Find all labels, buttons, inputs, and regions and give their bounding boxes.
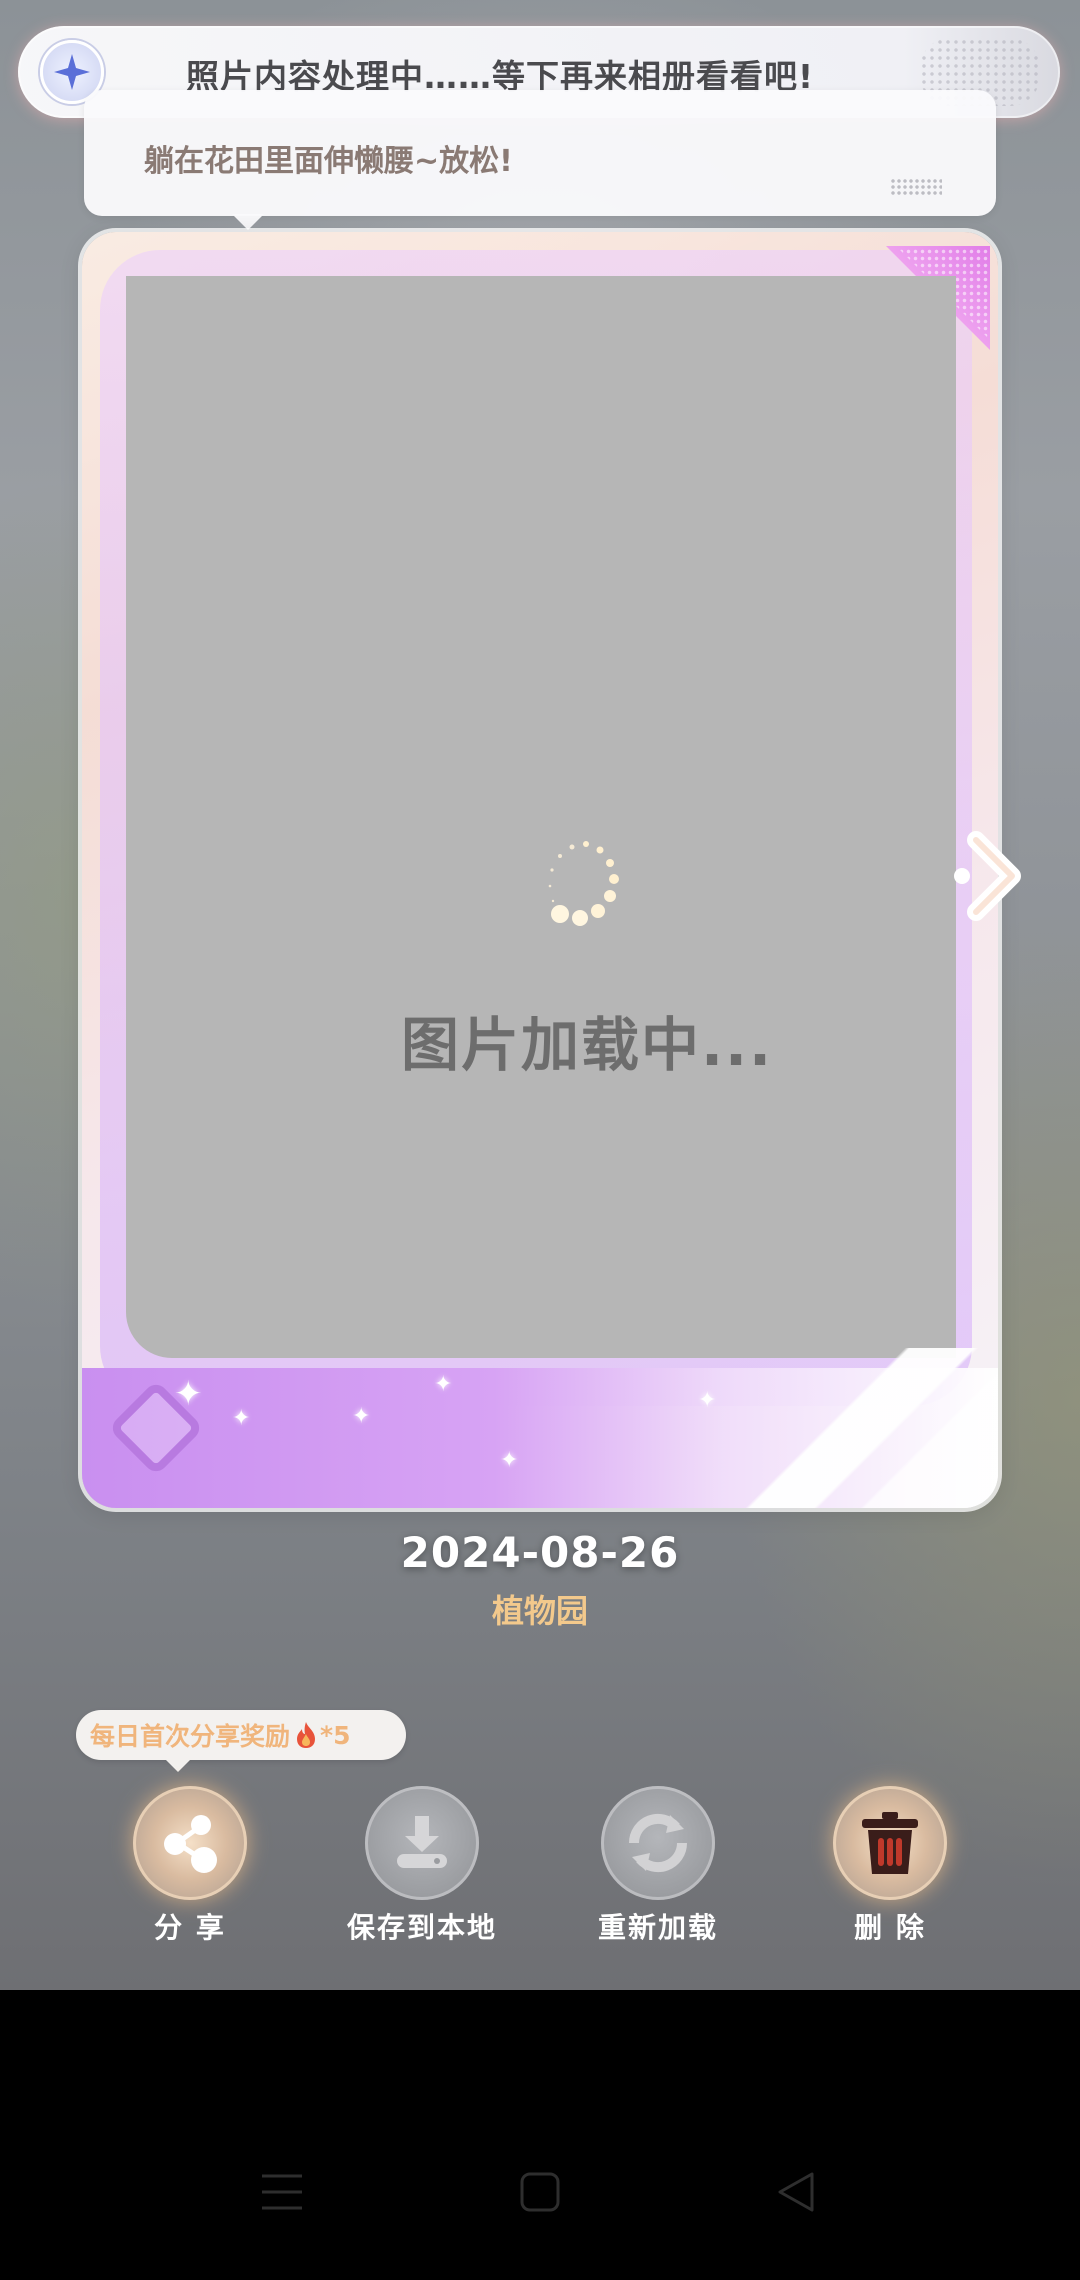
loading-spinner-icon — [548, 841, 619, 926]
sparkle-icon: ✦ — [500, 1448, 519, 1473]
delete-button-circle[interactable] — [833, 1786, 947, 1900]
photo-placeholder[interactable]: 图片加载中... — [126, 276, 956, 1358]
reload-button[interactable]: 重新加载 — [558, 1786, 758, 1946]
trash-icon — [862, 1812, 918, 1874]
photo-location: 植物园 — [491, 1592, 588, 1630]
loading-text: 图片加载中... — [400, 1011, 774, 1079]
sparkle-icon: ✦ — [232, 1406, 251, 1431]
menu-lines-icon[interactable] — [260, 2170, 304, 2214]
photo-card: 图片加载中... ✦ ✦ ✦ ✦ ✦ ✦ — [82, 232, 998, 1508]
reload-button-circle[interactable] — [601, 1786, 715, 1900]
card-bottom-stripe — [698, 1348, 998, 1508]
reload-icon — [628, 1813, 688, 1873]
download-icon — [397, 1816, 447, 1868]
next-photo-arrow-icon[interactable] — [954, 826, 1026, 926]
home-square-icon[interactable] — [518, 2170, 562, 2214]
sparkle-icon: ✦ — [174, 1374, 203, 1414]
photo-date: 2024-08-26 — [400, 1528, 680, 1577]
reload-label: 重新加载 — [597, 1911, 718, 1944]
caption-text: 躺在花田里面伸懒腰~放松! — [144, 144, 513, 179]
save-local-label: 保存到本地 — [346, 1911, 497, 1944]
save-button-circle[interactable] — [365, 1786, 479, 1900]
share-reward-tooltip: 每日首次分享奖励 *5 — [76, 1710, 406, 1772]
bubble-dot-pattern — [890, 178, 942, 196]
reward-text: 每日首次分享奖励 — [90, 1722, 291, 1751]
share-button-circle[interactable] — [133, 1786, 247, 1900]
delete-label: 删 除 — [854, 1911, 926, 1944]
share-icon — [164, 1815, 217, 1873]
back-triangle-icon[interactable] — [774, 2170, 818, 2214]
reward-count: *5 — [320, 1720, 351, 1750]
sparkle-icon: ✦ — [434, 1372, 453, 1397]
system-navigation-bar — [0, 1990, 1080, 2280]
sparkle-icon: ✦ — [352, 1404, 371, 1429]
screen: 照片内容处理中……等下再来相册看看吧! 躺在花田里面伸懒腰~放松! 图片加载中.… — [0, 0, 1080, 1990]
caption-bubble: 躺在花田里面伸懒腰~放松! — [84, 90, 996, 230]
share-button[interactable]: 分 享 — [90, 1786, 290, 1946]
sparkle-icon: ✦ — [698, 1388, 717, 1413]
share-label: 分 享 — [154, 1911, 226, 1944]
delete-button[interactable]: 删 除 — [790, 1786, 990, 1946]
save-local-button[interactable]: 保存到本地 — [322, 1786, 522, 1946]
flame-icon — [297, 1722, 316, 1748]
